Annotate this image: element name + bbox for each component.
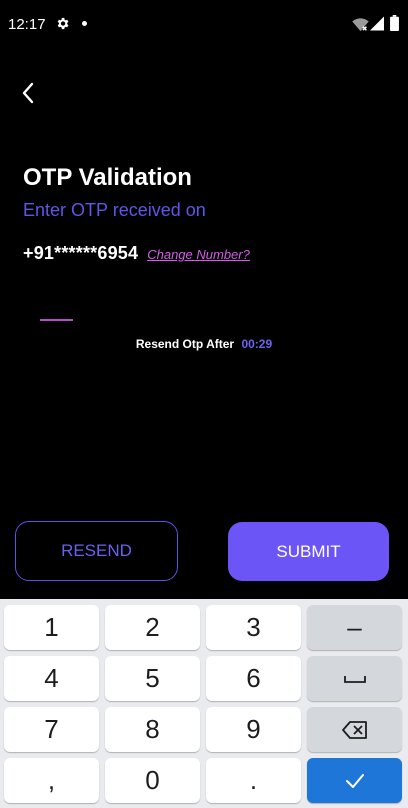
gear-icon: [57, 17, 69, 30]
checkmark-icon: [345, 773, 364, 788]
battery-icon: [390, 15, 399, 31]
status-bar: 12:17: [0, 0, 408, 48]
key-minus[interactable]: –: [307, 605, 402, 650]
key-backspace[interactable]: [307, 707, 402, 752]
wifi-off-icon: [352, 18, 369, 32]
phone-row: +91******6954 Change Number?: [23, 243, 250, 264]
cell-signal-icon: [370, 16, 384, 31]
numeric-keyboard: 1 2 3 – 4 5 6 7 8 9 , 0 .: [0, 599, 408, 808]
notification-dot-icon: [82, 21, 87, 26]
resend-timer-label: Resend Otp After: [135, 337, 235, 351]
key-1[interactable]: 1: [4, 605, 99, 650]
chevron-left-icon: [22, 82, 34, 104]
key-period[interactable]: .: [206, 758, 301, 803]
status-time: 12:17: [8, 16, 46, 33]
backspace-icon: [341, 720, 367, 739]
resend-timer-row: Resend Otp After 00:29: [0, 337, 408, 351]
submit-button[interactable]: SUBMIT: [228, 522, 389, 581]
key-2[interactable]: 2: [105, 605, 200, 650]
key-3[interactable]: 3: [206, 605, 301, 650]
page-title: OTP Validation: [23, 164, 192, 191]
key-7[interactable]: 7: [4, 707, 99, 752]
key-6[interactable]: 6: [206, 656, 301, 701]
key-space[interactable]: [307, 656, 402, 701]
space-icon: [343, 675, 366, 683]
resend-timer-value: 00:29: [241, 337, 273, 351]
key-4[interactable]: 4: [4, 656, 99, 701]
key-8[interactable]: 8: [105, 707, 200, 752]
resend-button[interactable]: RESEND: [15, 521, 178, 581]
back-button[interactable]: [14, 78, 42, 108]
key-0[interactable]: 0: [105, 758, 200, 803]
key-5[interactable]: 5: [105, 656, 200, 701]
change-number-link[interactable]: Change Number?: [147, 247, 250, 262]
phone-number: +91******6954: [23, 243, 139, 263]
otp-subtitle: Enter OTP received on: [23, 200, 206, 220]
key-9[interactable]: 9: [206, 707, 301, 752]
otp-input-underline[interactable]: [40, 319, 73, 321]
key-comma[interactable]: ,: [4, 758, 99, 803]
key-enter[interactable]: [307, 758, 402, 803]
